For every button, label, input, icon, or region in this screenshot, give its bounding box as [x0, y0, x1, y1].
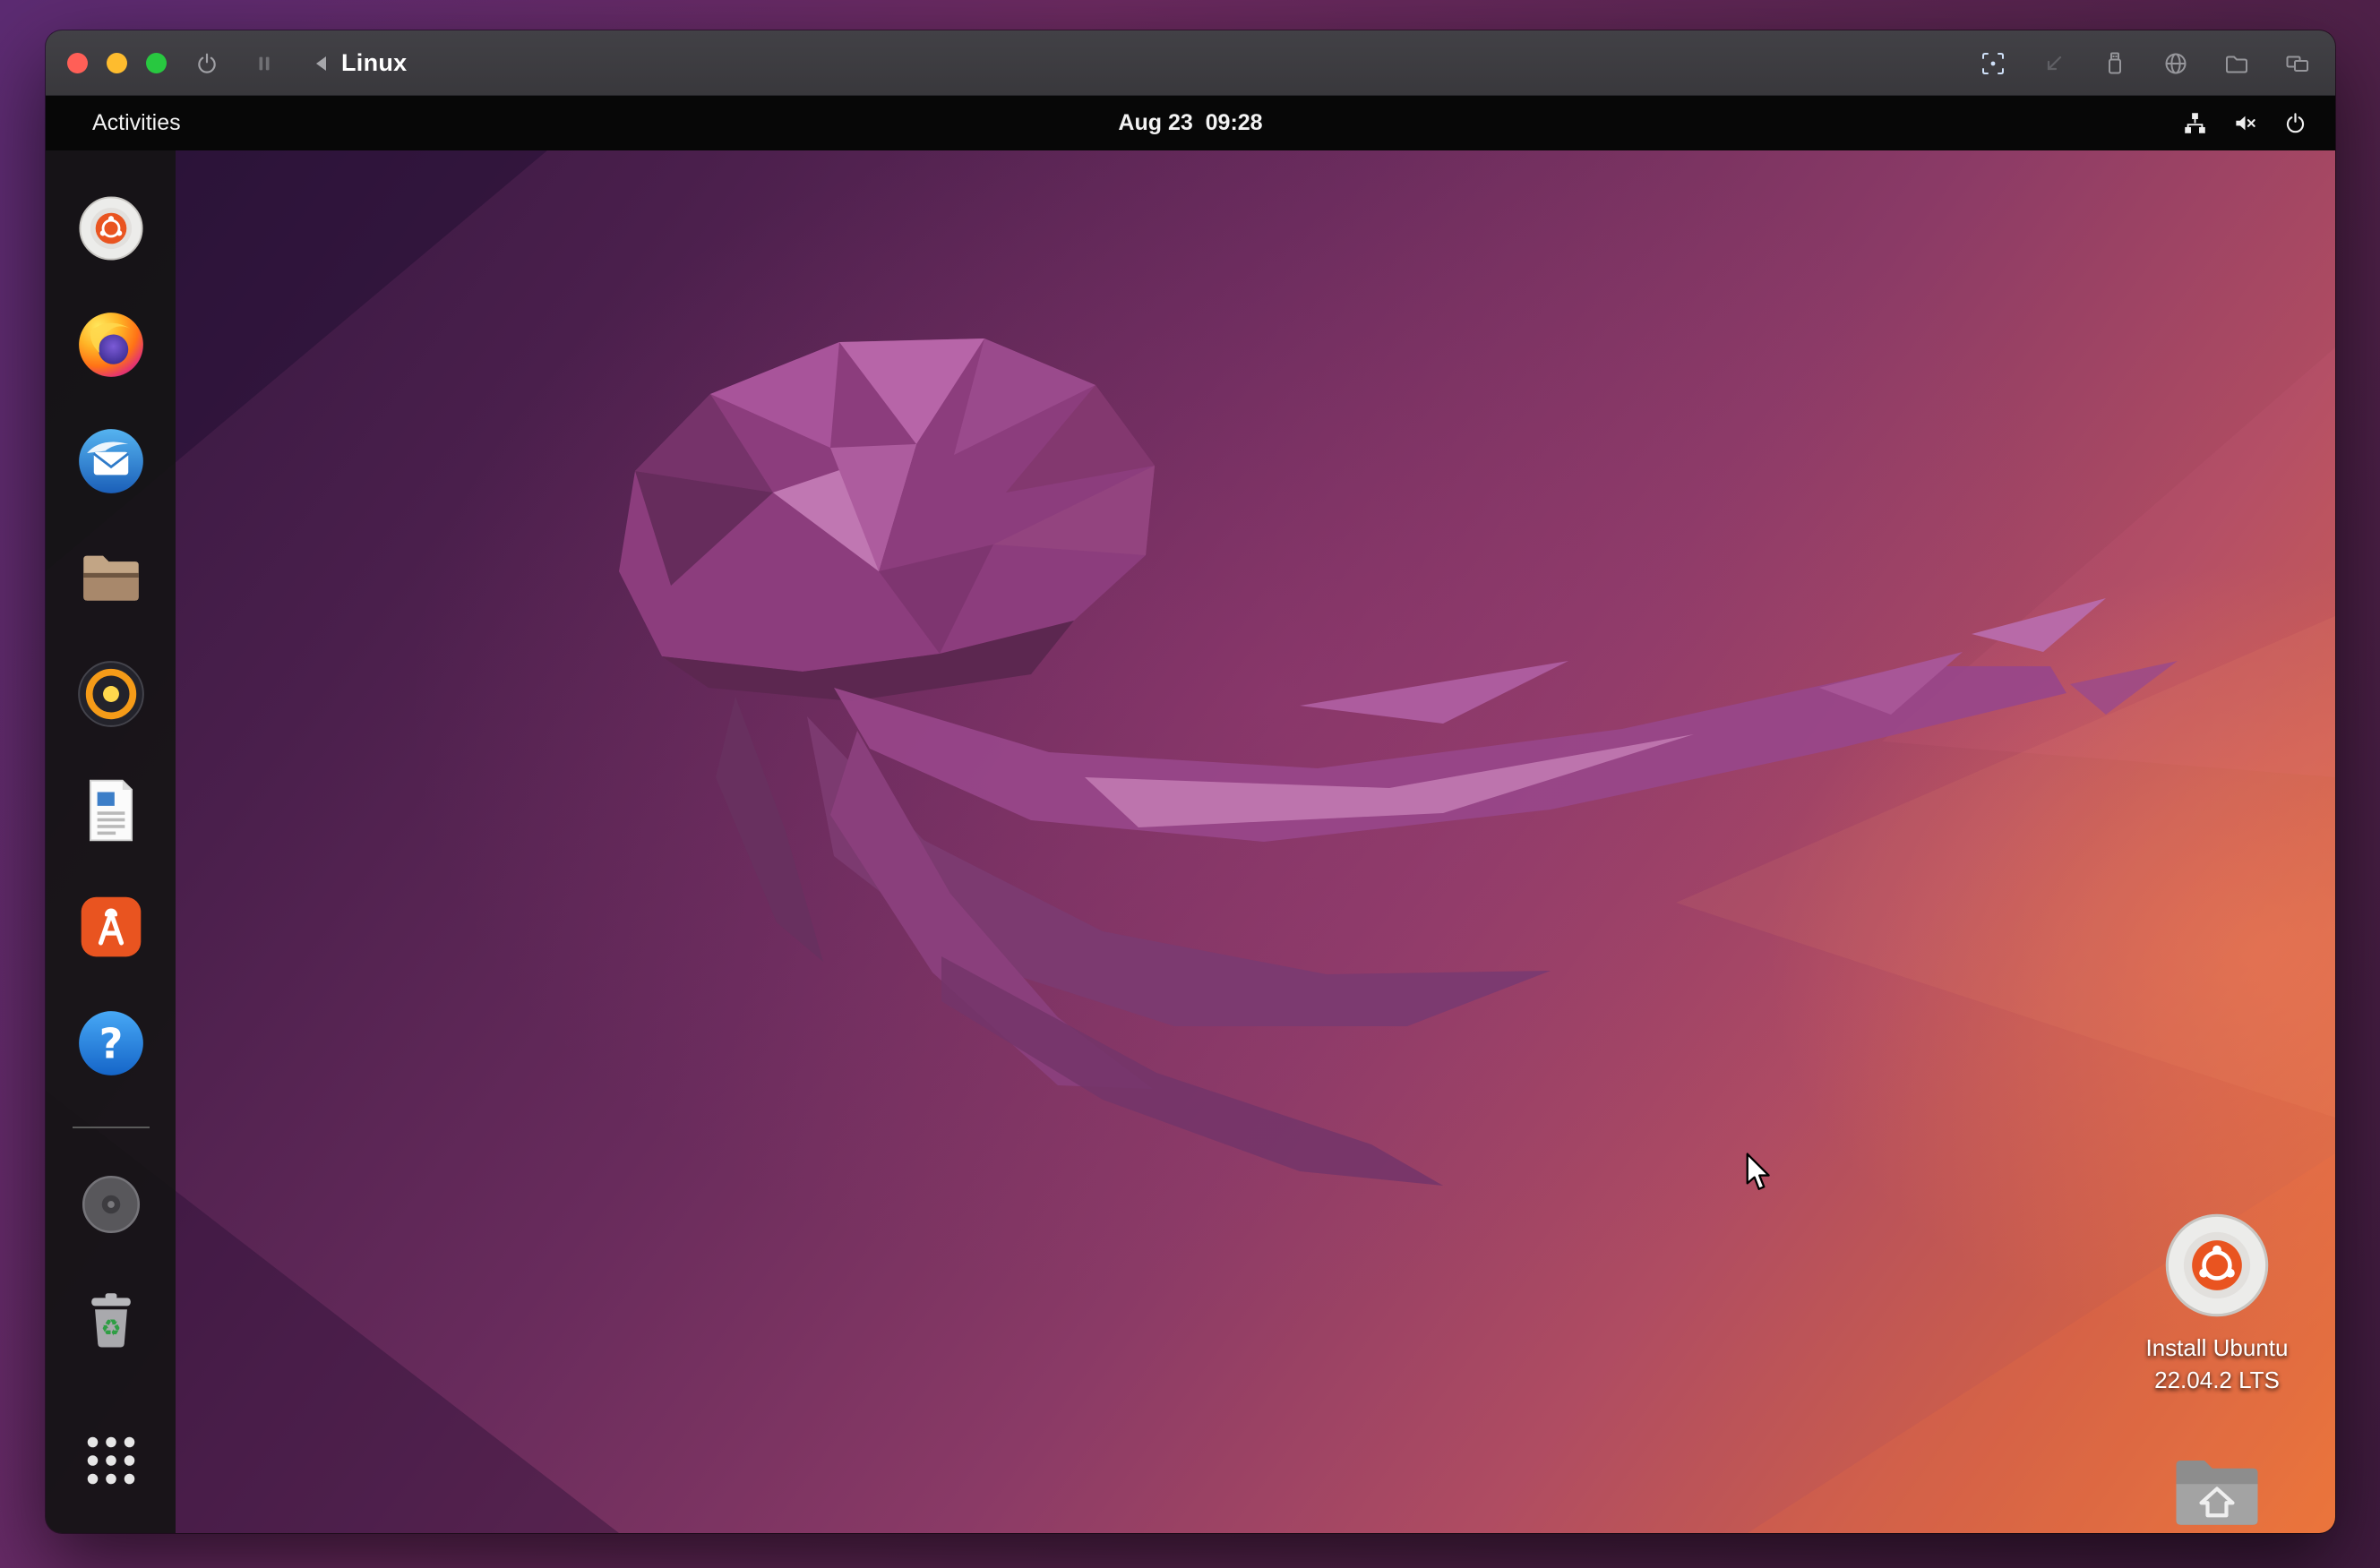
window-title: Linux [341, 30, 408, 96]
install-ubuntu-disc-icon [2158, 1206, 2276, 1324]
libreoffice-writer-icon [74, 774, 148, 847]
dock-item-firefox[interactable] [74, 308, 148, 381]
home-folder-icon [2167, 1445, 2267, 1533]
macos-desktop: { "window": { "title": "Linux", "control… [0, 0, 2380, 1568]
dock-item-help[interactable]: ? [74, 1007, 148, 1080]
rhythmbox-icon [74, 657, 148, 731]
zoom-button[interactable] [146, 53, 167, 73]
system-status-area[interactable] [2181, 96, 2308, 150]
volume-muted-icon [2231, 110, 2258, 137]
help-icon: ? [74, 1007, 148, 1080]
desktop-icon-install-ubuntu[interactable]: Install Ubuntu 22.04.2 LTS [2132, 1206, 2302, 1396]
resize-arrow-icon[interactable] [2040, 49, 2068, 78]
dock: ? ♻ [46, 150, 176, 1533]
files-icon [74, 541, 148, 614]
dock-item-libreoffice-writer[interactable] [74, 774, 148, 847]
window-titlebar[interactable]: Linux [46, 30, 2335, 96]
capture-cursor-icon[interactable] [1979, 49, 2007, 78]
svg-text:?: ? [99, 1020, 123, 1068]
dock-item-files[interactable] [74, 541, 148, 614]
traffic-lights [67, 30, 167, 96]
desktop-wallpaper: Install Ubuntu 22.04.2 LTS Home [46, 150, 2335, 1533]
vm-toolbar-right [1979, 30, 2312, 96]
install-ubuntu-label: Install Ubuntu 22.04.2 LTS [2146, 1332, 2289, 1396]
back-icon[interactable] [308, 50, 335, 77]
dock-divider [73, 1127, 150, 1128]
ubuntu-software-icon [74, 890, 148, 964]
trash-icon: ♻ [74, 1284, 148, 1358]
dock-item-ubuntu-software[interactable] [74, 890, 148, 964]
power-status-icon [2281, 110, 2308, 137]
usb-icon[interactable] [2101, 49, 2129, 78]
displays-icon[interactable] [2283, 49, 2312, 78]
gnome-top-bar: Activities Aug 23 09:28 [46, 96, 2335, 150]
clock[interactable]: Aug 23 09:28 [46, 96, 2335, 150]
dock-item-disks[interactable] [74, 1168, 148, 1241]
app-grid-icon [74, 1424, 148, 1497]
desktop-icon-home[interactable]: Home [2132, 1445, 2302, 1533]
power-icon[interactable] [193, 50, 220, 77]
minimize-button[interactable] [107, 53, 127, 73]
thunderbird-icon [74, 424, 148, 498]
close-button[interactable] [67, 53, 88, 73]
vm-controls [193, 30, 335, 96]
dock-item-app-grid[interactable] [74, 1424, 148, 1497]
vm-window: Linux Activities Aug 23 09:28 [46, 30, 2335, 1533]
network-icon [2181, 110, 2208, 137]
network-drive-icon[interactable] [2161, 49, 2190, 78]
pause-icon[interactable] [251, 50, 278, 77]
firefox-icon [74, 308, 148, 381]
mouse-cursor [1743, 1152, 1775, 1197]
jellyfish-wallpaper-art [46, 150, 2335, 1533]
ubuntu-installer-icon [74, 192, 148, 265]
dock-item-ubuntu-installer[interactable] [74, 192, 148, 265]
dock-item-trash[interactable]: ♻ [74, 1284, 148, 1358]
dock-item-rhythmbox[interactable] [74, 657, 148, 731]
dock-item-thunderbird[interactable] [74, 424, 148, 498]
disks-icon [74, 1168, 148, 1241]
shared-folder-icon[interactable] [2222, 49, 2251, 78]
svg-text:♻: ♻ [100, 1315, 121, 1342]
